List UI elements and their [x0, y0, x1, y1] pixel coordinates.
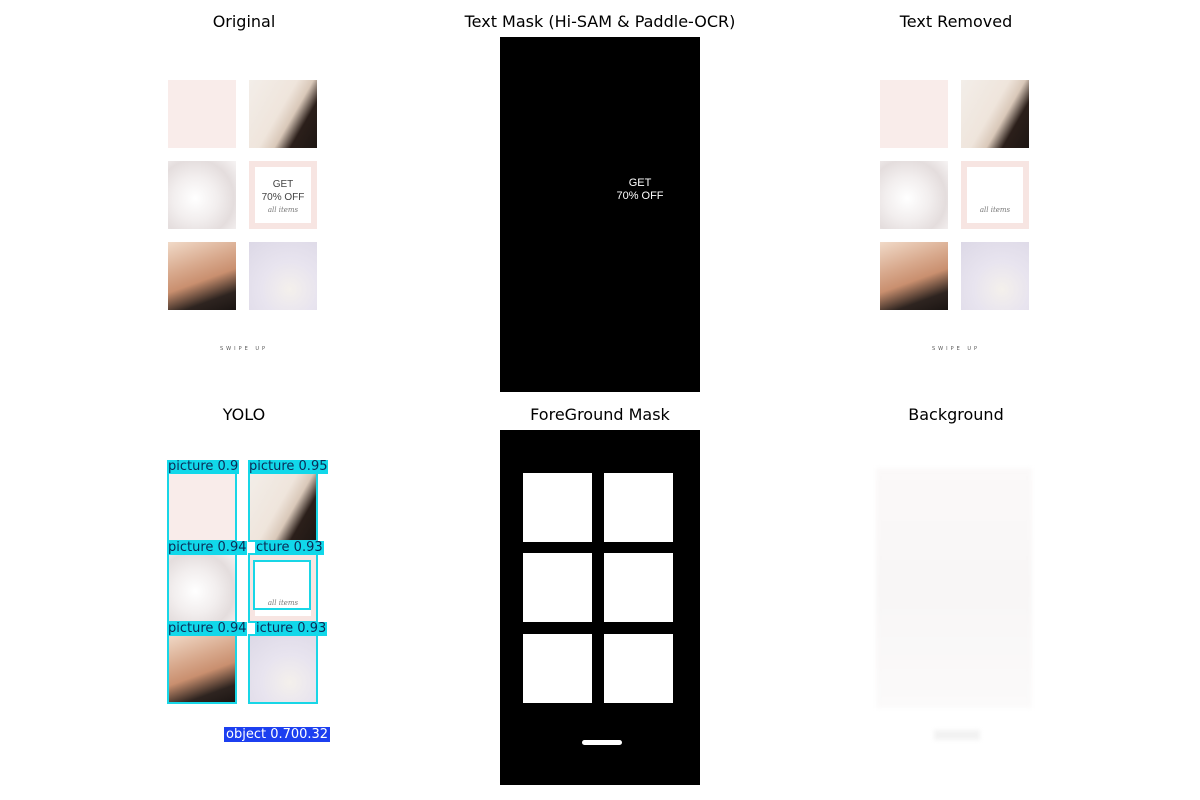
tile-promo: all items: [961, 161, 1029, 229]
panel-title: Text Removed: [899, 12, 1013, 31]
detection-box: [248, 472, 318, 542]
panel-text-mask: Text Mask (Hi-SAM & Paddle-OCR) GET 70% …: [465, 12, 735, 397]
promo-line-2: 70% OFF: [261, 192, 305, 203]
mask-region-small: [582, 740, 622, 745]
panel-background: Background: [856, 405, 1056, 790]
tile-hands: [880, 242, 948, 310]
mask-canvas: GET 70% OFF: [500, 37, 700, 392]
detection-label: icture 0.93: [255, 621, 328, 636]
image-canvas: [856, 430, 1056, 785]
promo-inner: [967, 167, 1023, 223]
background-region: [934, 730, 980, 740]
background-region: [876, 468, 1032, 708]
mask-canvas: [500, 430, 700, 785]
swipe-up-text: SWIPE UP: [931, 346, 981, 352]
detection-box: [253, 560, 311, 610]
panel-title: Background: [908, 405, 1004, 424]
image-canvas: all items SWIPE UP: [856, 42, 1056, 397]
promo-script: all items: [979, 206, 1011, 214]
mask-line-1: GET: [628, 177, 652, 189]
image-canvas: GET 70% OFF all items SWIPE UP: [144, 42, 344, 397]
detection-box: [167, 553, 237, 623]
tile-flower: [168, 161, 236, 229]
promo-script: all items: [267, 206, 299, 214]
panel-foreground-mask: ForeGround Mask: [500, 405, 700, 790]
panel-title: Original: [212, 12, 276, 31]
promo-line-1: GET: [272, 179, 294, 190]
detection-label: picture 0.94: [167, 540, 248, 555]
mask-region: [523, 553, 592, 622]
panel-title: ForeGround Mask: [530, 405, 670, 424]
detection-label: cture 0.93: [255, 540, 324, 555]
mask-line-2: 70% OFF: [616, 190, 664, 202]
tile-cosmetic: [961, 80, 1029, 148]
swipe-up-text: SWIPE UP: [219, 346, 269, 352]
tile-hands: [168, 242, 236, 310]
panel-title: YOLO: [222, 405, 266, 424]
detection-label: picture 0.9: [167, 459, 240, 474]
detection-label: picture 0.94: [167, 621, 248, 636]
detection-box: [167, 472, 237, 542]
mask-region: [604, 634, 673, 703]
panel-yolo: YOLO all items picture 0.9 picture 0.95 …: [144, 405, 364, 795]
tile-peony: [249, 242, 317, 310]
panel-title: Text Mask (Hi-SAM & Paddle-OCR): [464, 12, 736, 31]
tile-pink: [168, 80, 236, 148]
object-label: object 0.700.32: [224, 727, 331, 742]
tile-flower: [880, 161, 948, 229]
mask-region: [523, 634, 592, 703]
panel-text-removed: Text Removed all items SWIPE UP: [856, 12, 1056, 397]
mask-region: [604, 553, 673, 622]
detection-box: [248, 634, 318, 704]
panel-original: Original GET 70% OFF all items SWIPE UP: [144, 12, 344, 397]
tile-peony: [961, 242, 1029, 310]
detection-label: picture 0.95: [248, 459, 329, 474]
mask-region: [604, 473, 673, 542]
mask-region: [523, 473, 592, 542]
image-canvas: all items picture 0.9 picture 0.95 pictu…: [144, 430, 364, 785]
detection-box: [167, 634, 237, 704]
tile-cosmetic: [249, 80, 317, 148]
tile-promo: GET 70% OFF all items: [249, 161, 317, 229]
tile-pink: [880, 80, 948, 148]
